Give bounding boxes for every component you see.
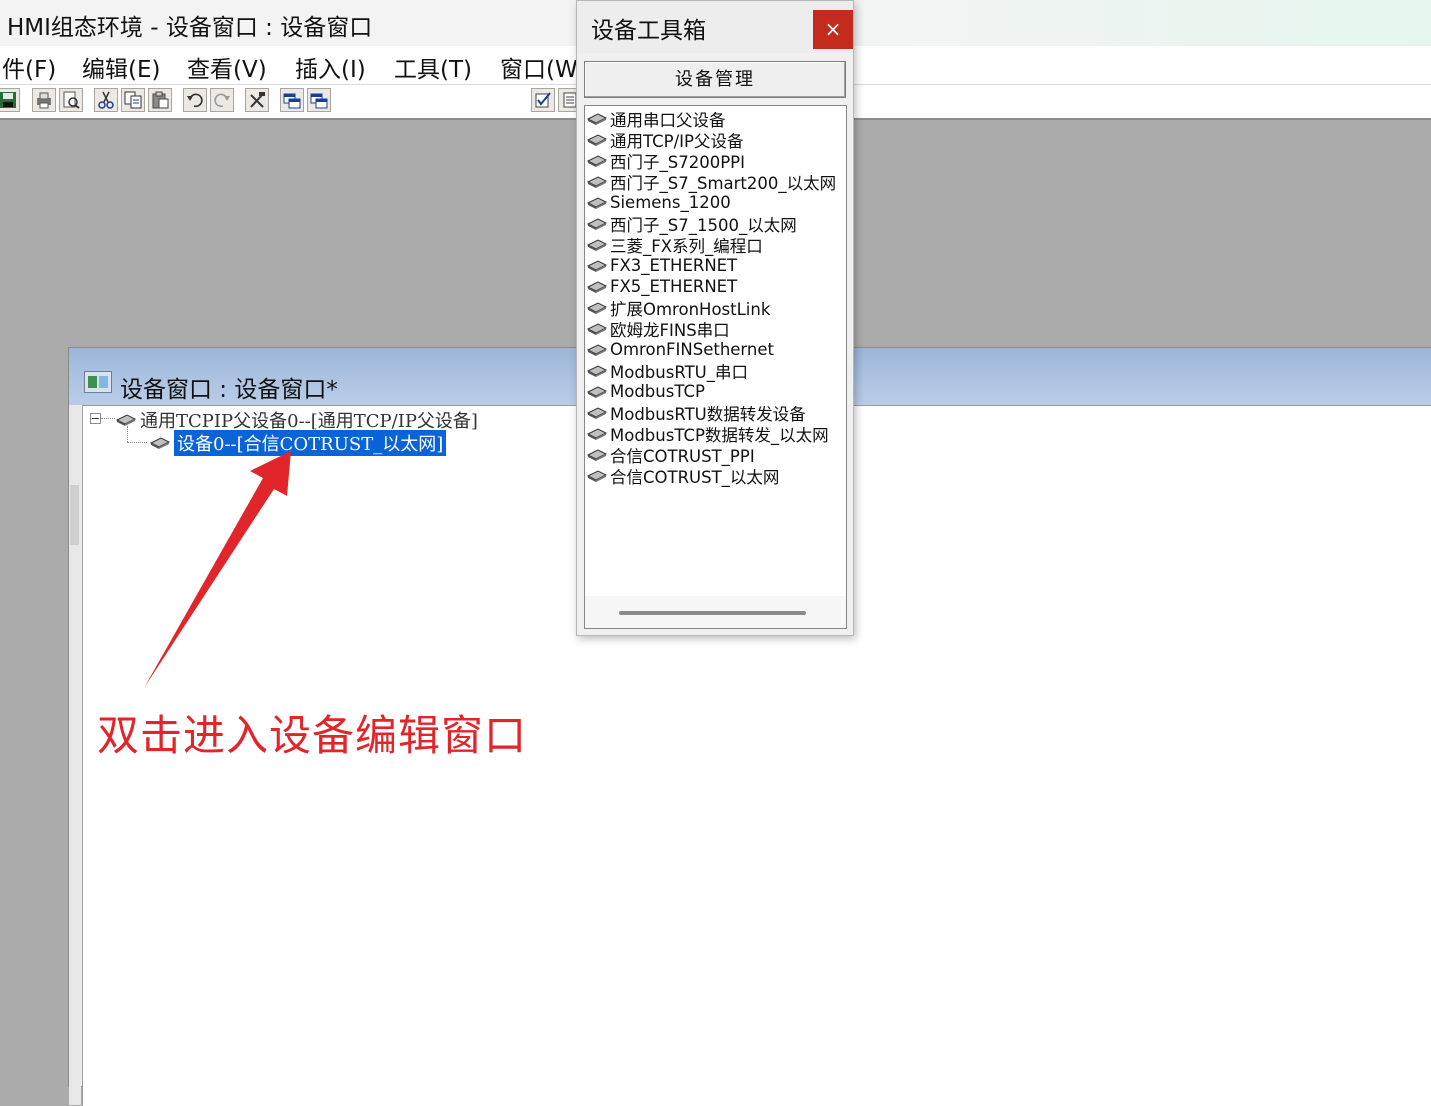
annotation-text: 双击进入设备编辑窗口 <box>97 711 528 760</box>
device-icon <box>586 237 610 253</box>
device-list-item[interactable]: FX5_ETHERNET <box>586 276 737 297</box>
app-title: HMI组态环境 - 设备窗口 : 设备窗口 <box>7 15 373 41</box>
scrollbar-thumb[interactable] <box>619 611 806 615</box>
device-toolbox: 设备工具箱 × 设备管理 通用串口父设备 通用TCP/IP父设备 西门子_S7200… <box>576 0 854 636</box>
device-icon <box>586 321 610 337</box>
device-icon <box>115 414 137 426</box>
device-list-item-label: ModbusTCP <box>610 382 705 401</box>
device-window-left-strip <box>69 405 81 1105</box>
device-window-icon <box>84 371 112 393</box>
menu-edit[interactable]: 编辑(E) <box>82 50 160 84</box>
toolbox-title-bar[interactable]: 设备工具箱 × <box>577 1 853 53</box>
device-window-title: 设备窗口 : 设备窗口* <box>120 377 338 403</box>
device-list-item[interactable]: 通用串口父设备 <box>586 108 726 130</box>
device-icon <box>586 447 610 463</box>
device-list-item-label: 西门子_S7_Smart200_以太网 <box>610 173 837 193</box>
device-icon <box>586 111 610 127</box>
device-icon <box>586 279 610 295</box>
device-list-item[interactable]: ModbusRTU_串口 <box>586 360 749 382</box>
device-list-item-label: FX5_ETHERNET <box>610 277 738 296</box>
device-icon <box>586 258 610 274</box>
device-list-item[interactable]: 西门子_S7200PPI <box>586 150 745 172</box>
device-list-item-label: 欧姆龙FINS串口 <box>610 320 730 340</box>
device-list-item[interactable]: 合信COTRUST_PPI <box>586 444 755 466</box>
device-list-item[interactable]: ModbusTCP <box>586 381 705 402</box>
device-icon <box>586 363 610 379</box>
device-icon <box>586 216 610 232</box>
window-icon[interactable] <box>280 88 304 112</box>
menu-insert[interactable]: 插入(I) <box>295 50 366 84</box>
device-icon <box>586 384 610 400</box>
device-list-item[interactable]: ModbusRTU数据转发设备 <box>586 402 806 424</box>
device-list-item[interactable]: ModbusTCP数据转发_以太网 <box>586 423 829 445</box>
device-list-item[interactable]: 西门子_S7_Smart200_以太网 <box>586 171 837 193</box>
device-list-item[interactable]: 合信COTRUST_以太网 <box>586 465 780 487</box>
device-icon <box>586 153 610 169</box>
device-icon <box>586 174 610 190</box>
device-list-item[interactable]: 三菱_FX系列_编程口 <box>586 234 763 256</box>
check-icon[interactable] <box>531 88 555 112</box>
window-icon[interactable] <box>307 88 331 112</box>
menu-window[interactable]: 窗口(W <box>500 50 578 84</box>
copy-icon[interactable] <box>121 88 145 112</box>
close-button[interactable]: × <box>813 10 853 49</box>
device-management-button[interactable]: 设备管理 <box>584 61 846 98</box>
device-list-item-label: Siemens_1200 <box>610 193 731 212</box>
device-list-item-label: ModbusRTU_串口 <box>610 362 749 382</box>
device-icon <box>586 195 610 211</box>
device-list-item[interactable]: 西门子_S7_1500_以太网 <box>586 213 797 235</box>
device-list-item[interactable]: 通用TCP/IP父设备 <box>586 129 743 151</box>
device-icon <box>586 468 610 484</box>
device-icon <box>586 405 610 421</box>
save-icon[interactable] <box>0 88 20 112</box>
menu-file[interactable]: 件(F) <box>2 50 56 84</box>
device-icon <box>586 342 610 358</box>
menu-view[interactable]: 查看(V) <box>187 50 267 84</box>
cut-icon[interactable] <box>94 88 118 112</box>
device-list-item-label: OmronFINSethernet <box>610 340 775 359</box>
device-list-item[interactable]: OmronFINSethernet <box>586 339 774 360</box>
device-icon <box>586 300 610 316</box>
tools-icon[interactable] <box>245 88 269 112</box>
device-icon <box>586 426 610 442</box>
device-list-item[interactable]: 欧姆龙FINS串口 <box>586 318 730 340</box>
toolbox-title: 设备工具箱 <box>591 18 706 44</box>
device-icon <box>586 132 610 148</box>
device-icon <box>149 437 171 449</box>
paste-icon[interactable] <box>148 88 172 112</box>
tree-node-child-label: 设备0--[合信COTRUST_以太网] <box>172 429 448 457</box>
device-list-item[interactable]: 扩展OmronHostLink <box>586 297 770 319</box>
print-icon[interactable] <box>32 88 56 112</box>
collapse-icon[interactable] <box>90 413 101 424</box>
device-list-item-label: 三菱_FX系列_编程口 <box>610 236 763 256</box>
device-list-item-label: 合信COTRUST_以太网 <box>610 467 780 487</box>
print-preview-icon[interactable] <box>59 88 83 112</box>
device-list-item[interactable]: FX3_ETHERNET <box>586 255 737 276</box>
menu-tools[interactable]: 工具(T) <box>394 50 472 84</box>
device-list: 通用串口父设备 通用TCP/IP父设备 西门子_S7200PPI 西门子_S7_Sma… <box>584 105 847 629</box>
tree-node-child[interactable]: 设备0--[合信COTRUST_以太网] <box>149 429 448 457</box>
device-list-item-label: FX3_ETHERNET <box>610 256 738 275</box>
redo-icon[interactable] <box>210 88 234 112</box>
undo-icon[interactable] <box>183 88 207 112</box>
horizontal-scrollbar[interactable] <box>585 596 846 628</box>
device-list-item[interactable]: Siemens_1200 <box>586 192 731 213</box>
close-icon: × <box>824 17 842 41</box>
